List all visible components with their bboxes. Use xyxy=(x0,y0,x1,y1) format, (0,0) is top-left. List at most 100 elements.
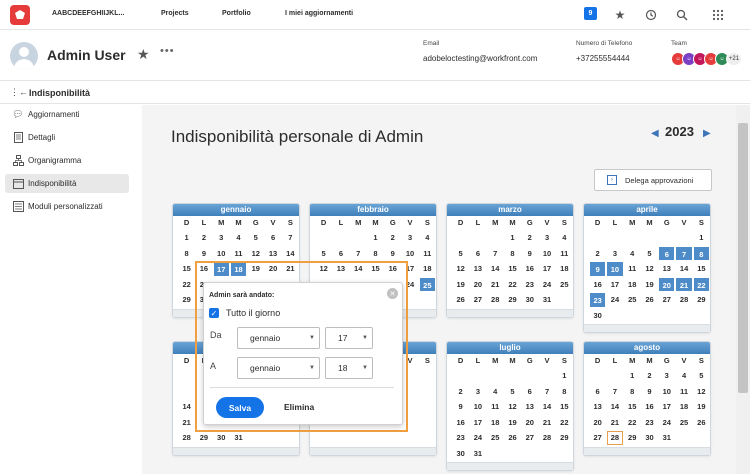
day-cell[interactable]: 28 xyxy=(487,292,504,308)
day-cell[interactable]: 3 xyxy=(401,230,418,246)
day-cell[interactable]: 17 xyxy=(469,415,486,431)
day-cell[interactable]: 14 xyxy=(538,399,555,415)
day-cell[interactable]: 11 xyxy=(487,399,504,415)
day-cell[interactable]: 15 xyxy=(178,261,195,277)
day-cell[interactable]: 25 xyxy=(556,277,573,293)
day-cell[interactable]: 30 xyxy=(589,308,606,324)
day-cell[interactable]: 15 xyxy=(504,261,521,277)
day-cell[interactable]: 14 xyxy=(487,261,504,277)
day-cell[interactable]: 12 xyxy=(504,399,521,415)
day-cell[interactable]: 13 xyxy=(469,261,486,277)
app-grid-icon[interactable] xyxy=(710,7,726,23)
workfront-logo-icon[interactable] xyxy=(10,5,30,25)
day-cell[interactable]: 26 xyxy=(504,430,521,446)
day-cell[interactable]: 17 xyxy=(658,399,675,415)
day-cell[interactable]: 6 xyxy=(469,246,486,262)
day-cell[interactable]: 14 xyxy=(282,246,299,262)
day-cell[interactable]: 26 xyxy=(693,415,710,431)
day-cell[interactable]: 9 xyxy=(195,246,212,262)
day-cell[interactable]: 16 xyxy=(641,399,658,415)
day-cell[interactable]: 2 xyxy=(521,230,538,246)
day-cell[interactable]: 3 xyxy=(538,230,555,246)
day-cell[interactable]: 15 xyxy=(556,399,573,415)
day-cell[interactable]: 7 xyxy=(487,246,504,262)
day-cell[interactable]: 1 xyxy=(693,230,710,246)
day-cell[interactable]: 23 xyxy=(452,430,469,446)
day-cell[interactable]: 8 xyxy=(624,384,641,400)
team-avatars[interactable]: ☺ ☺ ☺ ☺ ☺ +21 xyxy=(671,52,742,68)
day-cell[interactable]: 25 xyxy=(418,276,436,292)
day-cell[interactable]: 3 xyxy=(469,384,486,400)
day-cell[interactable]: 19 xyxy=(693,399,710,415)
day-cell[interactable]: 8 xyxy=(178,246,195,262)
day-cell[interactable]: 30 xyxy=(521,292,538,308)
day-cell[interactable]: 27 xyxy=(589,430,606,446)
from-day-select[interactable]: 17 ▼ xyxy=(325,327,373,349)
day-cell[interactable]: 16 xyxy=(521,261,538,277)
day-cell[interactable]: 19 xyxy=(504,415,521,431)
day-cell[interactable]: 25 xyxy=(675,415,692,431)
day-cell[interactable]: 12 xyxy=(247,246,264,262)
day-cell[interactable]: 6 xyxy=(658,245,676,261)
day-cell[interactable]: 13 xyxy=(264,246,281,262)
delete-button[interactable]: Elimina xyxy=(284,402,314,412)
day-cell[interactable]: 30 xyxy=(641,430,658,446)
day-cell[interactable]: 25 xyxy=(487,430,504,446)
day-cell[interactable]: 8 xyxy=(556,384,573,400)
day-cell[interactable]: 26 xyxy=(641,292,658,308)
to-day-select[interactable]: 18 ▼ xyxy=(325,357,373,379)
day-cell[interactable]: 8 xyxy=(692,245,711,261)
day-cell[interactable]: 19 xyxy=(641,277,658,293)
day-cell[interactable]: 30 xyxy=(452,446,469,462)
day-cell[interactable]: 17 xyxy=(538,261,555,277)
day-cell[interactable]: 29 xyxy=(693,292,710,308)
day-cell[interactable]: 12 xyxy=(452,261,469,277)
more-options-icon[interactable]: ••• xyxy=(160,45,175,57)
day-cell[interactable]: 13 xyxy=(589,399,606,415)
day-cell[interactable]: 20 xyxy=(469,277,486,293)
day-cell[interactable]: 4 xyxy=(675,368,692,384)
day-cell[interactable]: 9 xyxy=(641,384,658,400)
day-cell[interactable]: 23 xyxy=(641,415,658,431)
day-cell[interactable]: 24 xyxy=(538,277,555,293)
day-cell[interactable]: 23 xyxy=(589,292,607,308)
day-cell[interactable]: 9 xyxy=(589,261,607,277)
day-cell[interactable]: 19 xyxy=(452,277,469,293)
day-cell[interactable]: 14 xyxy=(178,399,195,415)
day-cell[interactable]: 14 xyxy=(606,399,623,415)
day-cell[interactable]: 21 xyxy=(178,415,195,431)
day-cell[interactable]: 10 xyxy=(469,399,486,415)
day-cell[interactable]: 21 xyxy=(538,415,555,431)
day-cell[interactable]: 4 xyxy=(419,230,436,246)
vertical-scrollbar[interactable] xyxy=(736,105,750,474)
day-cell[interactable]: 31 xyxy=(469,446,486,462)
sidebar-item-updates[interactable]: 💬︎ Aggiornamenti xyxy=(5,105,129,124)
day-cell[interactable]: 28 xyxy=(538,430,555,446)
day-cell[interactable]: 8 xyxy=(504,246,521,262)
day-cell[interactable]: 5 xyxy=(504,384,521,400)
sidebar-item-details[interactable]: Dettagli xyxy=(5,128,129,147)
day-cell[interactable]: 7 xyxy=(675,245,693,261)
day-cell[interactable]: 31 xyxy=(658,430,675,446)
all-day-checkbox[interactable]: ✓ xyxy=(209,308,219,318)
day-cell[interactable]: 3 xyxy=(606,246,623,262)
day-cell[interactable]: 9 xyxy=(452,399,469,415)
org-name-link[interactable]: AABCDEEFGHIIJKL... xyxy=(52,10,124,17)
day-cell[interactable]: 30 xyxy=(213,430,230,446)
email-value[interactable]: adobeloctesting@workfront.com xyxy=(423,54,537,63)
save-button[interactable]: Salva xyxy=(216,397,264,418)
day-cell[interactable]: 29 xyxy=(504,292,521,308)
day-cell[interactable]: 5 xyxy=(452,246,469,262)
sidebar-item-custom-forms[interactable]: Moduli personalizzati xyxy=(5,197,129,216)
day-cell[interactable]: 6 xyxy=(589,384,606,400)
favorite-star-icon[interactable]: ★ xyxy=(137,46,150,63)
day-cell[interactable]: 22 xyxy=(504,277,521,293)
nav-my-updates[interactable]: I miei aggiornamenti xyxy=(285,10,353,17)
day-cell[interactable]: 6 xyxy=(521,384,538,400)
day-cell[interactable]: 1 xyxy=(367,230,384,246)
day-cell[interactable]: 28 xyxy=(606,430,623,446)
day-cell[interactable]: 22 xyxy=(178,277,195,293)
day-cell[interactable]: 18 xyxy=(419,261,436,277)
day-cell[interactable]: 23 xyxy=(521,277,538,293)
day-cell[interactable]: 11 xyxy=(556,246,573,262)
